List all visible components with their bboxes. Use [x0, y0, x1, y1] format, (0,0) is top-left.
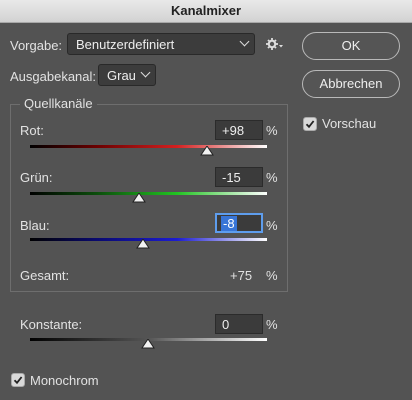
gear-icon[interactable] [266, 37, 284, 51]
ok-button[interactable]: OK [302, 32, 400, 60]
output-channel-value: Grau [107, 68, 136, 83]
red-label: Rot: [20, 123, 44, 138]
red-slider-track[interactable] [30, 145, 267, 148]
channel-mixer-dialog: Kanalmixer Vorgabe: Benutzerdefiniert Au… [0, 0, 412, 400]
red-value-field[interactable]: +98 [215, 120, 263, 140]
red-value: +98 [222, 123, 245, 138]
title-bar[interactable]: Kanalmixer [0, 0, 412, 23]
window-title: Kanalmixer [170, 3, 242, 18]
preset-select[interactable]: Benutzerdefiniert [67, 33, 255, 55]
checkmark-icon [13, 376, 23, 385]
green-label: Grün: [20, 170, 53, 185]
green-value: -15 [222, 170, 241, 185]
monochrome-checkbox[interactable] [11, 373, 25, 387]
constant-label: Konstante: [20, 317, 83, 332]
preview-label: Vorschau [322, 116, 377, 131]
chevron-down-icon [140, 67, 151, 78]
preview-checkbox[interactable] [303, 117, 317, 131]
output-channel-select[interactable]: Grau [98, 64, 156, 86]
green-unit: % [266, 170, 278, 185]
total-unit: % [266, 268, 278, 283]
constant-value-field[interactable]: 0 [215, 314, 263, 334]
preset-label: Vorgabe: [10, 38, 63, 53]
output-channel-label: Ausgabekanal: [10, 69, 97, 84]
green-value-field[interactable]: -15 [215, 167, 263, 187]
total-value: +75 [230, 268, 253, 283]
blue-value: -8 [221, 216, 237, 231]
chevron-down-icon [239, 36, 250, 47]
monochrome-label: Monochrom [30, 373, 99, 388]
cancel-button[interactable]: Abbrechen [302, 70, 400, 98]
constant-unit: % [266, 317, 278, 332]
blue-label: Blau: [20, 218, 50, 233]
checkmark-icon [305, 120, 315, 129]
blue-value-field[interactable]: -8 [215, 213, 263, 233]
preset-value: Benutzerdefiniert [76, 37, 175, 52]
red-unit: % [266, 123, 278, 138]
source-channels-title: Quellkanäle [20, 96, 97, 111]
total-label: Gesamt: [20, 268, 70, 283]
green-slider-track[interactable] [30, 192, 267, 195]
constant-value: 0 [222, 317, 230, 332]
blue-unit: % [266, 218, 278, 233]
